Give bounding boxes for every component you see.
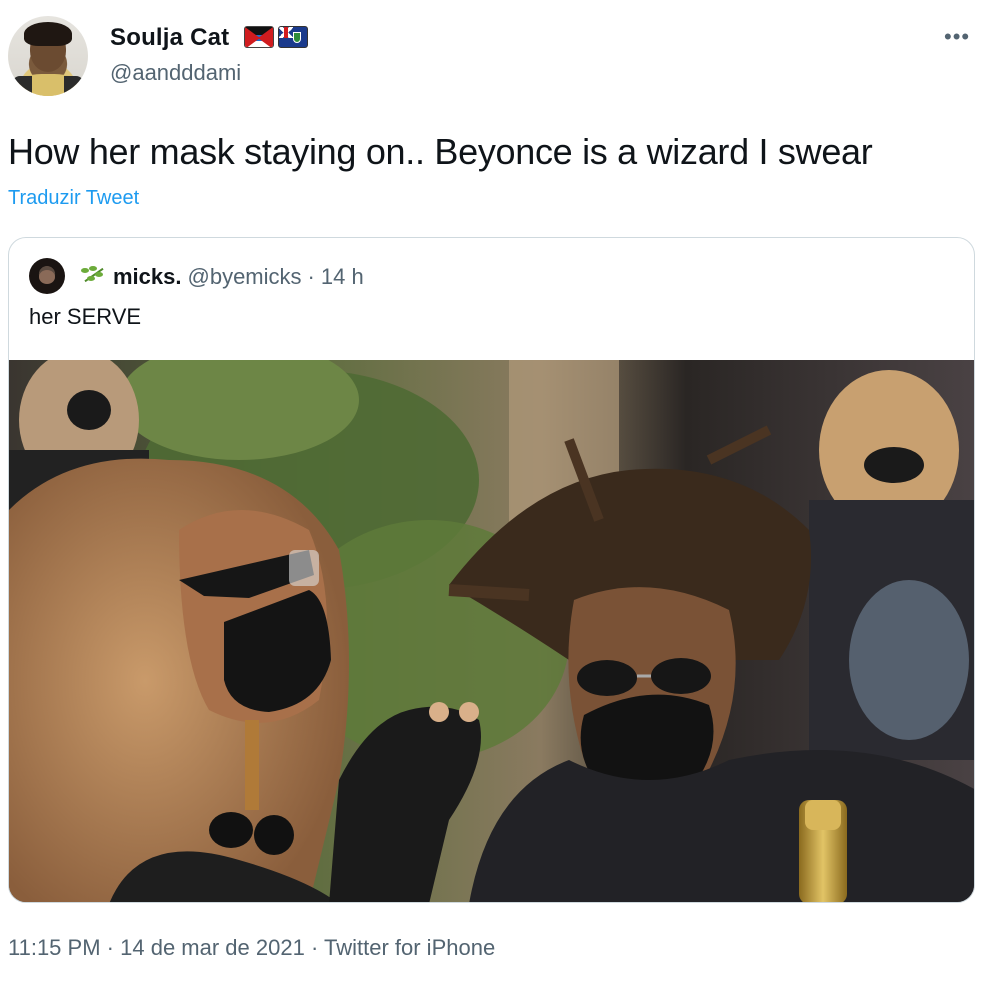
quoted-author-handle: @byemicks bbox=[187, 264, 302, 289]
flag-emojis bbox=[244, 26, 308, 48]
more-options-icon[interactable]: ••• bbox=[944, 26, 970, 48]
author-avatar[interactable] bbox=[8, 16, 88, 96]
translate-tweet-link[interactable]: Traduzir Tweet bbox=[8, 187, 139, 210]
author-handle[interactable]: @aandddami bbox=[110, 60, 241, 86]
quoted-tweet-time: 14 h bbox=[320, 264, 364, 289]
tweet-text: How her mask staying on.. Beyonce is a w… bbox=[8, 131, 873, 172]
tweet-header: Soulja Cat @aandddami ••• bbox=[0, 0, 984, 100]
quoted-tweet-text: her SERVE bbox=[29, 304, 142, 329]
quoted-tweet-card[interactable]: micks. @byemicks · 14 h her SERVE bbox=[8, 237, 975, 903]
footer-separator: · bbox=[310, 935, 319, 960]
tweet-source[interactable]: Twitter for iPhone bbox=[324, 935, 495, 960]
tweet-date[interactable]: 14 de mar de 2021 bbox=[120, 935, 305, 960]
quoted-author-name: micks. bbox=[113, 264, 182, 289]
footer-separator: · bbox=[106, 935, 114, 960]
tweet-time[interactable]: 11:15 PM bbox=[8, 935, 101, 960]
meta-separator: · bbox=[307, 264, 315, 289]
quoted-tweet-meta: micks. @byemicks · 14 h bbox=[79, 262, 364, 290]
british-virgin-islands-flag-icon bbox=[278, 26, 308, 48]
quoted-author-avatar bbox=[29, 258, 65, 294]
author-display-name[interactable]: Soulja Cat bbox=[110, 24, 229, 52]
tweet-footer-meta: 11:15 PM · 14 de mar de 2021 · Twitter f… bbox=[8, 935, 495, 961]
quoted-tweet-photo[interactable] bbox=[9, 360, 975, 903]
herb-icon bbox=[79, 264, 107, 286]
antigua-barbuda-flag-icon bbox=[244, 26, 274, 48]
